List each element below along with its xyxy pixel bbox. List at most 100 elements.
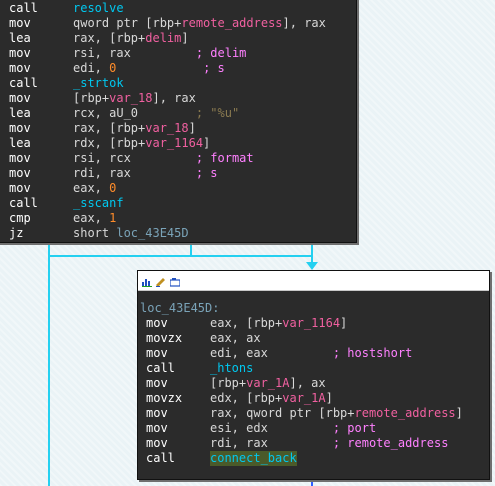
instruction-operand: edi, — [73, 61, 110, 75]
instruction-operand: ] — [203, 136, 211, 150]
instruction-operand: ] — [181, 31, 189, 45]
instruction-operand: _htons — [210, 361, 254, 375]
instruction-row[interactable]: lea rax, [rbp+ delim] — [0, 31, 356, 46]
exit-edge — [311, 479, 313, 486]
instruction-operand: ] — [340, 316, 348, 330]
instruction-list: call resolve mov qword ptr [rbp+ remote_addr… — [0, 0, 356, 241]
instruction-row[interactable]: mov qword ptr [rbp+ remote_address], rax — [0, 16, 356, 31]
instruction-operand: short — [73, 226, 117, 240]
instruction-mnemonic: mov — [9, 121, 31, 135]
instruction-row[interactable]: movzx edx, [rbp+ var_1A] — [138, 391, 489, 406]
instruction-row[interactable]: mov eax, [rbp+ var_1164] — [138, 316, 489, 331]
instruction-row[interactable]: mov esi, edx ; port — [138, 421, 489, 436]
true-branch-edge-down — [311, 241, 313, 263]
instruction-mnemonic: mov — [9, 181, 31, 195]
instruction-mnemonic: mov — [146, 436, 168, 450]
instruction-operand: eax, ax — [210, 331, 261, 345]
instruction-row[interactable]: call connect_back — [138, 451, 489, 466]
group-nodes-icon[interactable] — [169, 276, 181, 287]
basic-block-top[interactable]: call resolve mov qword ptr [rbp+ remote_addr… — [0, 0, 357, 243]
block-header-toolbar — [138, 271, 489, 291]
instruction-operand: ] — [188, 121, 196, 135]
instruction-row[interactable]: movzx eax, ax — [138, 331, 489, 346]
instruction-mnemonic: mov — [146, 421, 168, 435]
instruction-mnemonic: mov — [9, 166, 31, 180]
instruction-mnemonic: mov — [146, 346, 168, 360]
instruction-operand: var_18 — [109, 91, 153, 105]
instruction-row[interactable]: call _htons — [138, 361, 489, 376]
instruction-mnemonic: call — [9, 76, 38, 90]
instruction-operand: ; s — [195, 166, 218, 180]
instruction-operand: eax, [rbp+ — [210, 316, 283, 330]
instruction-operand: var_1A — [246, 376, 290, 390]
instruction-row[interactable]: mov rsi, rcx ; format — [0, 151, 356, 166]
instruction-operand: 1 — [109, 211, 117, 225]
edge-connector-left — [48, 255, 190, 257]
instruction-operand: rsi, rcx — [73, 151, 196, 165]
instruction-operand: eax, — [73, 211, 110, 225]
instruction-operand: ; "%u" — [195, 106, 240, 120]
instruction-operand: ], rax — [152, 91, 196, 105]
instruction-row[interactable]: mov edi, 0 ; s — [0, 61, 356, 76]
instruction-operand: resolve — [73, 1, 124, 15]
graph-color-icon[interactable] — [142, 276, 152, 287]
instruction-operand: ; port — [332, 421, 377, 435]
instruction-row[interactable]: jz short loc_43E45D — [0, 226, 356, 241]
instruction-operand: edi, eax — [210, 346, 333, 360]
instruction-row[interactable]: cmp eax, 1 — [0, 211, 356, 226]
instruction-operand: ; delim — [195, 46, 247, 60]
edge-arrowhead — [306, 262, 318, 270]
instruction-operand: [rbp+ — [210, 376, 247, 390]
instruction-mnemonic: mov — [9, 91, 31, 105]
instruction-operand: var_18 — [145, 121, 189, 135]
instruction-mnemonic: mov — [9, 61, 31, 75]
block-label[interactable]: loc_43E45D: — [140, 301, 219, 316]
instruction-row[interactable]: mov rdi, rax ; remote_address — [138, 436, 489, 451]
instruction-operand: delim — [145, 31, 182, 45]
instruction-operand: remote_address — [354, 406, 456, 420]
instruction-row[interactable]: mov [rbp+ var_1A], ax — [138, 376, 489, 391]
instruction-row[interactable]: mov eax, 0 — [0, 181, 356, 196]
instruction-mnemonic: movzx — [146, 331, 183, 345]
instruction-operand: _sscanf — [73, 196, 124, 210]
instruction-mnemonic: call — [9, 196, 38, 210]
instruction-operand: 0 — [109, 61, 117, 75]
instruction-row[interactable]: mov edi, eax ; hostshort — [138, 346, 489, 361]
instruction-mnemonic: mov — [146, 406, 168, 420]
instruction-row[interactable]: mov rax, [rbp+ var_18] — [0, 121, 356, 136]
instruction-row[interactable]: mov [rbp+ var_18], rax — [0, 91, 356, 106]
instruction-row[interactable]: mov rsi, rax ; delim — [0, 46, 356, 61]
instruction-operand: rdx, [rbp+ — [73, 136, 146, 150]
instruction-operand — [116, 61, 203, 76]
instruction-operand: ], ax — [289, 376, 326, 390]
instruction-operand: rsi, rax — [73, 46, 196, 60]
instruction-operand: _strtok — [73, 76, 124, 90]
instruction-mnemonic: lea — [9, 31, 31, 45]
basic-block-loc-43e45d[interactable]: loc_43E45D: mov eax, [rbp+ var_1164] movzx e… — [137, 270, 490, 480]
instruction-operand: [rbp+ — [73, 91, 110, 105]
instruction-row[interactable]: lea rdx, [rbp+ var_1164] — [0, 136, 356, 151]
instruction-operand: var_1164 — [282, 316, 341, 330]
instruction-operand: ; hostshort — [332, 346, 413, 360]
instruction-mnemonic: cmp — [9, 211, 31, 225]
instruction-row[interactable]: mov rax, qword ptr [rbp+ remote_address] — [138, 406, 489, 421]
instruction-row[interactable]: mov rdi, rax ; s — [0, 166, 356, 181]
instruction-operand: edx, [rbp+ — [210, 391, 283, 405]
instruction-operand: ; remote_address — [332, 436, 449, 450]
instruction-row[interactable]: call resolve — [0, 1, 356, 16]
instruction-operand: eax, — [73, 181, 110, 195]
instruction-row[interactable]: call _sscanf — [0, 196, 356, 211]
instruction-row[interactable]: lea rcx, aU_0 ; "%u" — [0, 106, 356, 121]
instruction-mnemonic: lea — [9, 136, 31, 150]
instruction-mnemonic: movzx — [146, 391, 183, 405]
rename-node-icon[interactable] — [156, 276, 166, 287]
instruction-operand: var_1A — [282, 391, 326, 405]
instruction-mnemonic: mov — [9, 46, 31, 60]
instruction-operand: rax, [rbp+ — [73, 121, 146, 135]
instruction-operand: connect_back — [210, 451, 297, 466]
instruction-row[interactable]: call _strtok — [0, 76, 356, 91]
instruction-mnemonic: mov — [146, 316, 168, 330]
instruction-operand: rdi, rax — [210, 436, 333, 450]
instruction-mnemonic: call — [146, 361, 175, 375]
instruction-operand: loc_43E45D — [116, 226, 189, 240]
